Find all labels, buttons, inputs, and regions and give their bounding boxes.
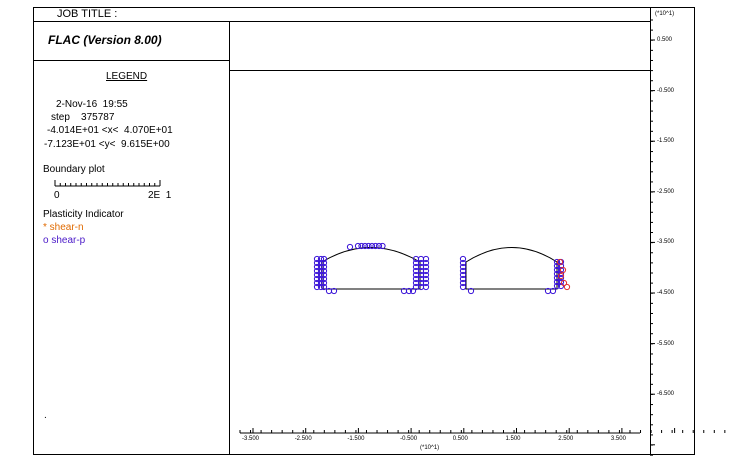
shear-p-marker <box>379 242 386 250</box>
shear-n-marker <box>563 283 571 291</box>
left-tunnel-outline <box>321 247 421 290</box>
right-tunnel-outline <box>465 247 558 290</box>
plot-svg <box>239 19 726 456</box>
shear-p-marker <box>346 243 354 251</box>
